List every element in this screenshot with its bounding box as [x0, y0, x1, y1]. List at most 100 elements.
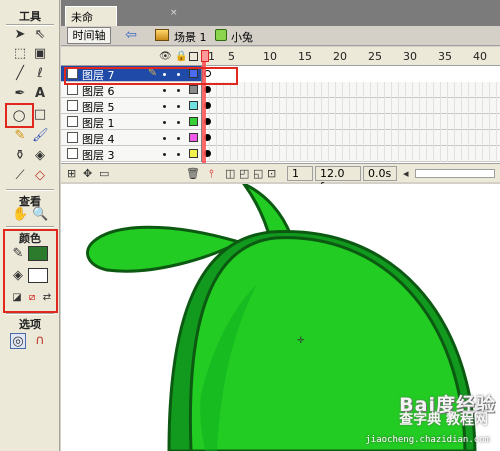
view-title: 查看	[19, 195, 41, 208]
frame-number: 5	[228, 50, 235, 63]
close-tab-icon[interactable]: ×	[170, 9, 178, 18]
text-tool-icon[interactable]: A	[32, 86, 48, 102]
rectangle-tool-icon[interactable]: □	[32, 107, 48, 123]
layer-row[interactable]: 图层 3	[61, 146, 500, 162]
layer-name: 图层 1	[82, 117, 115, 130]
layer-name-cell[interactable]: 图层 4	[61, 130, 202, 146]
layer-name-cell[interactable]: 图层 5	[61, 98, 202, 114]
frame-number: 20	[333, 50, 347, 63]
pen-tool-icon[interactable]: ✒	[12, 86, 28, 102]
tools-divider	[6, 24, 54, 26]
delete-layer-icon[interactable]: 🗑	[186, 167, 200, 180]
scene-icon	[155, 29, 169, 41]
outline-icon[interactable]	[189, 52, 198, 61]
frame-number: 1	[208, 50, 215, 63]
layer-frames[interactable]	[203, 98, 500, 114]
layer-name: 图层 5	[82, 101, 115, 114]
frame-number: 25	[368, 50, 382, 63]
layer-frames[interactable]	[203, 114, 500, 130]
oval-tool-highlight	[5, 103, 34, 128]
layer-row[interactable]: 图层 1	[61, 114, 500, 130]
back-arrow-icon[interactable]: ⇦	[122, 28, 140, 44]
layer-row[interactable]: 图层 4	[61, 130, 500, 146]
scene-breadcrumb[interactable]: 场景 1	[174, 29, 207, 45]
onion-outline-icon[interactable]: ◰	[239, 167, 249, 180]
subselection-tool-icon[interactable]: ⇖	[32, 27, 48, 43]
layer-outline-color[interactable]	[189, 117, 198, 126]
layer-name-cell[interactable]: 图层 1	[61, 114, 202, 130]
object-drawing-icon[interactable]: ◎	[10, 333, 26, 349]
options-divider	[6, 313, 54, 315]
free-transform-tool-icon[interactable]: ⬚	[12, 46, 28, 62]
pencil-tool-icon[interactable]: ✎	[12, 128, 28, 144]
frame-number: 40	[473, 50, 487, 63]
layer7-highlight	[64, 67, 238, 85]
lock-dot[interactable]	[177, 153, 180, 156]
colors-divider	[6, 226, 54, 228]
center-frame-icon[interactable]: ⫯	[209, 167, 214, 181]
playhead-handle[interactable]	[201, 50, 209, 62]
frame-number: 35	[438, 50, 452, 63]
hand-tool-icon[interactable]: ✋	[12, 207, 28, 223]
timeline-footer: ⊞ ✥ ▭ 🗑 ⫯ ◫ ◰ ◱ ⊡ 1 12.0 fps 0.0s ◂	[61, 163, 500, 193]
layer-frames[interactable]	[203, 130, 500, 146]
layer-icon	[67, 116, 78, 127]
visibility-dot[interactable]	[163, 137, 166, 140]
frame-number: 10	[263, 50, 277, 63]
layer-icon	[67, 100, 78, 111]
lasso-tool-icon[interactable]: ℓ	[32, 66, 48, 82]
layer-outline-color[interactable]	[189, 85, 198, 94]
eraser-tool-icon[interactable]: ◇	[32, 168, 48, 184]
visibility-dot[interactable]	[163, 153, 166, 156]
onion-markers-icon[interactable]: ⊡	[267, 167, 276, 180]
visibility-dot[interactable]	[163, 121, 166, 124]
layer-outline-color[interactable]	[189, 133, 198, 142]
add-guide-icon[interactable]: ✥	[83, 167, 92, 180]
snap-magnet-icon[interactable]: ∩	[32, 333, 48, 349]
elapsed-time-field: 0.0s	[363, 166, 397, 181]
edit-multiple-icon[interactable]: ◱	[253, 167, 263, 180]
onion-skin-icon[interactable]: ◫	[225, 167, 235, 180]
stage-canvas[interactable]: ✛ Bai度经验 查字典 教程网 jiaocheng.chazidian.com	[61, 184, 500, 451]
gradient-transform-tool-icon[interactable]: ▣	[32, 46, 48, 62]
view-divider	[6, 189, 54, 191]
selection-tool-icon[interactable]: ➤	[12, 27, 28, 43]
eyedropper-tool-icon[interactable]: ⟋	[12, 168, 28, 184]
paint-bucket-tool-icon[interactable]: ◈	[32, 148, 48, 164]
zoom-tool-icon[interactable]: 🔍	[32, 207, 48, 223]
frame-number: 30	[403, 50, 417, 63]
layer-icon	[67, 148, 78, 159]
lock-icon[interactable]: 🔒	[175, 51, 187, 62]
lock-dot[interactable]	[177, 137, 180, 140]
layer-icon	[67, 84, 78, 95]
scroll-left-icon[interactable]: ◂	[403, 167, 409, 180]
layer-name: 图层 3	[82, 149, 115, 162]
timeline-header: 👁 🔒 151015202530354045	[61, 47, 500, 66]
brush-tool-icon[interactable]: 🖌	[32, 128, 49, 144]
insert-layer-icon[interactable]: ⊞	[67, 167, 76, 180]
tools-title: 工具	[19, 10, 41, 23]
timeline-toggle-button[interactable]: 时间轴	[67, 27, 111, 44]
layer-outline-color[interactable]	[189, 101, 198, 110]
layer-outline-color[interactable]	[189, 149, 198, 158]
layer-frames[interactable]	[203, 146, 500, 162]
layer-frames[interactable]	[203, 66, 500, 82]
ink-bottle-tool-icon[interactable]: ⚱	[12, 148, 28, 164]
layer-frames[interactable]	[203, 82, 500, 98]
document-tab[interactable]: 未命名-1*	[65, 6, 117, 40]
visibility-dot[interactable]	[163, 105, 166, 108]
frame-rate-field[interactable]: 12.0 fps	[315, 166, 361, 193]
visibility-dot[interactable]	[163, 89, 166, 92]
lock-dot[interactable]	[177, 121, 180, 124]
eye-icon[interactable]: 👁	[159, 51, 172, 62]
lock-dot[interactable]	[177, 89, 180, 92]
lock-dot[interactable]	[177, 105, 180, 108]
frame-ruler[interactable]: 151015202530354045	[202, 47, 500, 66]
symbol-breadcrumb[interactable]: 小兔	[231, 29, 253, 45]
layer-row[interactable]: 图层 5	[61, 98, 500, 114]
layer-name-cell[interactable]: 图层 3	[61, 146, 202, 162]
timeline-scrollbar[interactable]	[415, 169, 495, 178]
layer-icon	[67, 132, 78, 143]
insert-folder-icon[interactable]: ▭	[99, 167, 109, 180]
line-tool-icon[interactable]: ╱	[12, 66, 28, 82]
